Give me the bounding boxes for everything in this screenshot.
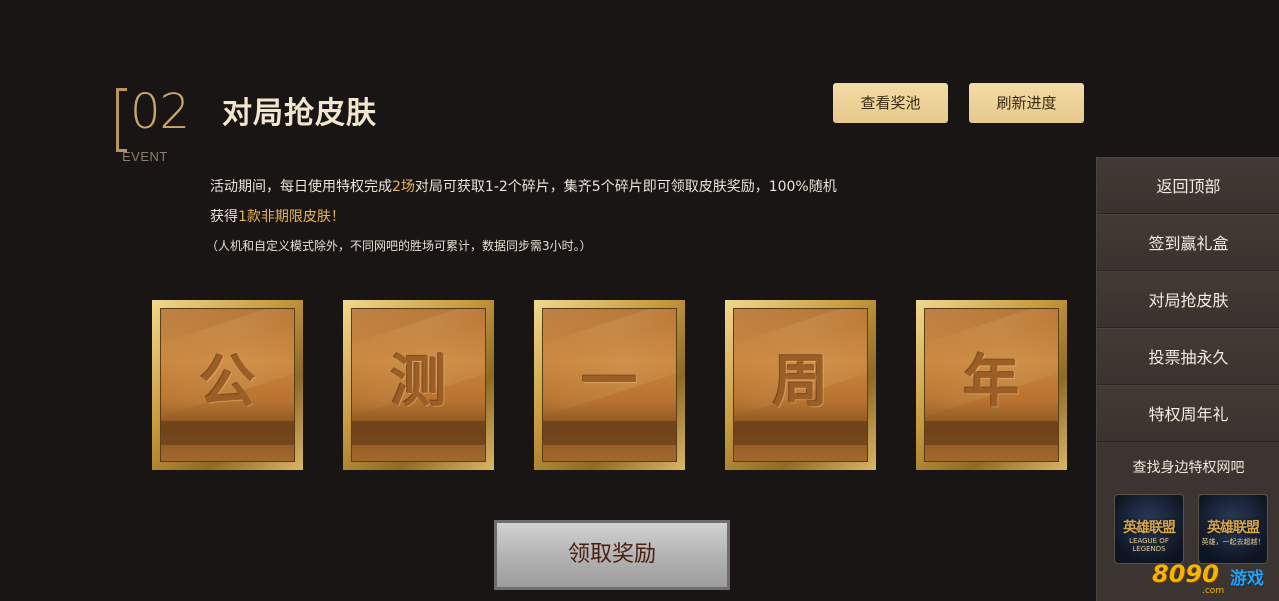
fragment-card-face: 周 [733, 308, 868, 462]
fragment-card-face: 一 [542, 308, 677, 462]
fragment-card-face: 公 [160, 308, 295, 462]
lol-logo-icon: 英雄联盟 [1207, 520, 1260, 536]
side-nav-signin-gift[interactable]: 签到赢礼盒 [1097, 214, 1279, 271]
watermark-number: 8090 [1152, 560, 1219, 588]
event-title: 对局抢皮肤 [222, 96, 377, 131]
fragment-card-character: 一 [581, 350, 638, 415]
side-nav-anniversary-gift[interactable]: 特权周年礼 [1097, 385, 1279, 442]
description-line-2: 获得1款非期限皮肤！ [210, 202, 950, 232]
fragment-card: 周 [725, 300, 876, 470]
event-word: EVENT [122, 149, 168, 164]
lol-logo-subtitle: LEAGUE OF LEGENDS [1129, 537, 1169, 553]
event-note: （人机和自定义模式除外，不同网吧的胜场可累计，数据同步需3小时。） [206, 239, 592, 253]
site-watermark-logo: 8090 游戏 .com [1152, 560, 1272, 598]
lol-logo-subtitle: 英雄，一起去超越！ [1201, 538, 1265, 546]
claim-reward-button[interactable]: 领取奖励 [494, 520, 730, 590]
description-text: 获得 [210, 209, 238, 225]
description-text: 活动期间，每日使用特权完成 [210, 179, 392, 195]
find-nearby-cafe-label: 查找身边特权网吧 [1132, 460, 1245, 476]
description-highlight: 2场 [392, 179, 415, 195]
fragment-card-character: 测 [390, 350, 447, 415]
fragment-card: 一 [534, 300, 685, 470]
cafe-thumbnails: 英雄联盟 LEAGUE OF LEGENDS 英雄联盟 英雄，一起去超越！ [1097, 488, 1279, 568]
fragment-card-character: 年 [963, 350, 1020, 415]
description-line-1: 活动期间，每日使用特权完成2场对局可获取1-2个碎片，集齐5个碎片即可领取皮肤奖… [210, 172, 950, 202]
fragment-card: 测 [343, 300, 494, 470]
lol-logo-thumbnail[interactable]: 英雄联盟 LEAGUE OF LEGENDS [1114, 494, 1184, 564]
event-number-block: 02 EVENT [116, 84, 190, 166]
side-nav-match-skin[interactable]: 对局抢皮肤 [1097, 271, 1279, 328]
event-page: 02 EVENT 对局抢皮肤 查看奖池 刷新进度 活动期间，每日使用特权完成2场… [0, 0, 1279, 601]
refresh-progress-button[interactable]: 刷新进度 [969, 83, 1084, 123]
fragment-card: 年 [916, 300, 1067, 470]
side-nav-back-to-top[interactable]: 返回顶部 [1097, 157, 1279, 214]
lol-logo-thumbnail[interactable]: 英雄联盟 英雄，一起去超越！ [1198, 494, 1268, 564]
event-bracket-decoration [116, 88, 127, 152]
view-prize-pool-button[interactable]: 查看奖池 [833, 83, 948, 123]
fragment-card: 公 [152, 300, 303, 470]
side-navigation: 返回顶部 签到赢礼盒 对局抢皮肤 投票抽永久 特权周年礼 查找身边特权网吧 英雄… [1096, 157, 1279, 601]
fragment-cards: 公 测 一 周 年 [152, 300, 1067, 470]
fragment-card-character: 周 [772, 350, 829, 415]
watermark-game-text: 游戏 [1230, 569, 1264, 589]
description-text: 对局可获取1-2个碎片，集齐5个碎片即可领取皮肤奖励，100%随机 [414, 179, 837, 195]
fragment-card-face: 年 [924, 308, 1059, 462]
description-highlight: 1款非期限皮肤！ [238, 209, 345, 225]
watermark-domain: .com [1202, 586, 1225, 596]
event-number: 02 [130, 84, 190, 140]
fragment-card-face: 测 [351, 308, 486, 462]
side-nav-vote-draw[interactable]: 投票抽永久 [1097, 328, 1279, 385]
lol-logo-icon: 英雄联盟 [1123, 520, 1176, 536]
event-description: 活动期间，每日使用特权完成2场对局可获取1-2个碎片，集齐5个碎片即可领取皮肤奖… [210, 172, 950, 232]
fragment-card-character: 公 [199, 350, 256, 415]
